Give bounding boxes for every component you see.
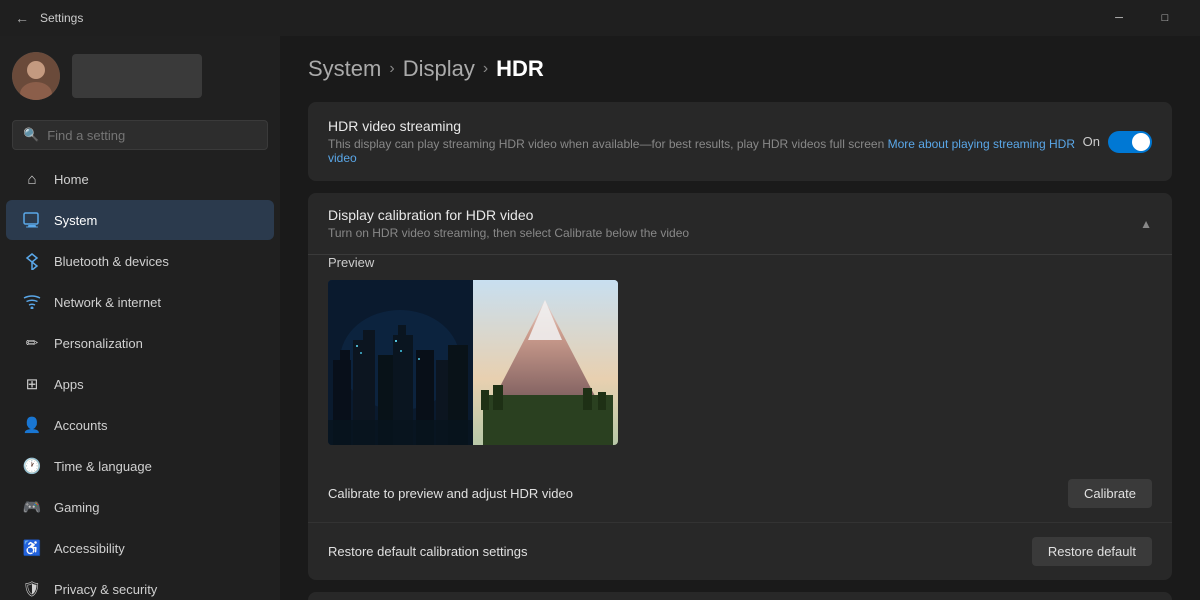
battery-options-card: Battery options When viewing HDR content… <box>308 592 1172 600</box>
privacy-icon: 🛡 <box>22 579 42 599</box>
breadcrumb-display[interactable]: Display <box>403 56 475 82</box>
nav-list: ⌂ Home System Bl <box>0 158 280 600</box>
sidebar-item-system[interactable]: System <box>6 200 274 240</box>
sidebar-item-accessibility[interactable]: ♿ Accessibility <box>6 528 274 568</box>
breadcrumb: System › Display › HDR <box>308 56 1172 82</box>
sidebar-item-label: Bluetooth & devices <box>54 254 169 269</box>
calibrate-button[interactable]: Calibrate <box>1068 479 1152 508</box>
restore-row: Restore default calibration settings Res… <box>308 522 1172 580</box>
sidebar-item-label: Privacy & security <box>54 582 157 597</box>
hdr-video-row: HDR video streaming This display can pla… <box>308 102 1172 181</box>
hdr-video-subtitle: This display can play streaming HDR vide… <box>328 137 1083 165</box>
sidebar-item-label: Home <box>54 172 89 187</box>
content-area: System › Display › HDR HDR video streami… <box>280 36 1200 600</box>
preview-label: Preview <box>328 255 1152 270</box>
sidebar-item-apps[interactable]: ⊞ Apps <box>6 364 274 404</box>
sidebar-item-personalization[interactable]: ✏ Personalization <box>6 323 274 363</box>
sidebar-item-label: Network & internet <box>54 295 161 310</box>
personalization-icon: ✏ <box>22 333 42 353</box>
window-controls: ─ □ <box>1096 0 1188 36</box>
sidebar-item-label: Apps <box>54 377 84 392</box>
sidebar-item-label: Gaming <box>54 500 100 515</box>
breadcrumb-hdr: HDR <box>496 56 544 82</box>
preview-image <box>328 280 618 445</box>
breadcrumb-sep-2: › <box>483 60 488 78</box>
avatar <box>12 52 60 100</box>
sidebar-search[interactable]: 🔍 <box>12 120 268 150</box>
sidebar-profile <box>0 36 280 116</box>
maximize-button[interactable]: □ <box>1142 0 1188 36</box>
sidebar-item-privacy[interactable]: 🛡 Privacy & security <box>6 569 274 600</box>
minimize-button[interactable]: ─ <box>1096 0 1142 36</box>
calibration-subtitle: Turn on HDR video streaming, then select… <box>328 226 689 240</box>
hdr-video-info: HDR video streaming This display can pla… <box>328 118 1083 165</box>
profile-banner <box>72 54 202 98</box>
hdr-video-toggle[interactable]: On <box>1083 131 1152 153</box>
apps-icon: ⊞ <box>22 374 42 394</box>
gaming-icon: 🎮 <box>22 497 42 517</box>
restore-default-button[interactable]: Restore default <box>1032 537 1152 566</box>
accounts-icon: 👤 <box>22 415 42 435</box>
chevron-up-icon: ▲ <box>1140 217 1152 231</box>
toggle-switch[interactable] <box>1108 131 1152 153</box>
calibrate-label: Calibrate to preview and adjust HDR vide… <box>328 486 573 501</box>
sidebar-item-home[interactable]: ⌂ Home <box>6 159 274 199</box>
back-button[interactable]: ← <box>12 10 32 26</box>
calibration-header[interactable]: Display calibration for HDR video Turn o… <box>308 193 1172 255</box>
sidebar-item-label: Time & language <box>54 459 152 474</box>
titlebar-title: Settings <box>40 11 83 25</box>
calibrate-row: Calibrate to preview and adjust HDR vide… <box>308 465 1172 522</box>
accessibility-icon: ♿ <box>22 538 42 558</box>
calibration-info: Display calibration for HDR video Turn o… <box>328 207 689 240</box>
sidebar-item-time[interactable]: 🕐 Time & language <box>6 446 274 486</box>
sidebar-item-network[interactable]: Network & internet <box>6 282 274 322</box>
titlebar: ← Settings ─ □ <box>0 0 1200 36</box>
bluetooth-icon <box>22 251 42 271</box>
toggle-on-label: On <box>1083 134 1100 149</box>
home-icon: ⌂ <box>22 169 42 189</box>
sidebar-item-gaming[interactable]: 🎮 Gaming <box>6 487 274 527</box>
battery-row: Battery options When viewing HDR content… <box>308 592 1172 600</box>
system-icon <box>22 210 42 230</box>
breadcrumb-system[interactable]: System <box>308 56 381 82</box>
network-icon <box>22 292 42 312</box>
preview-right <box>473 280 618 445</box>
preview-container: Preview <box>308 255 1172 465</box>
search-icon: 🔍 <box>23 127 39 143</box>
sidebar-item-accounts[interactable]: 👤 Accounts <box>6 405 274 445</box>
sidebar-item-label: System <box>54 213 97 228</box>
display-calibration-card: Display calibration for HDR video Turn o… <box>308 193 1172 580</box>
restore-label: Restore default calibration settings <box>328 544 527 559</box>
preview-left <box>328 280 473 445</box>
breadcrumb-sep-1: › <box>389 60 394 78</box>
sidebar-item-label: Accounts <box>54 418 107 433</box>
sidebar-item-label: Accessibility <box>54 541 125 556</box>
sidebar-item-bluetooth[interactable]: Bluetooth & devices <box>6 241 274 281</box>
calibration-title: Display calibration for HDR video <box>328 207 689 223</box>
hdr-video-card: HDR video streaming This display can pla… <box>308 102 1172 181</box>
sidebar-item-label: Personalization <box>54 336 143 351</box>
main-layout: 🔍 ⌂ Home System <box>0 36 1200 600</box>
search-input[interactable] <box>47 128 257 143</box>
hdr-video-title: HDR video streaming <box>328 118 1083 134</box>
time-icon: 🕐 <box>22 456 42 476</box>
sidebar: 🔍 ⌂ Home System <box>0 36 280 600</box>
